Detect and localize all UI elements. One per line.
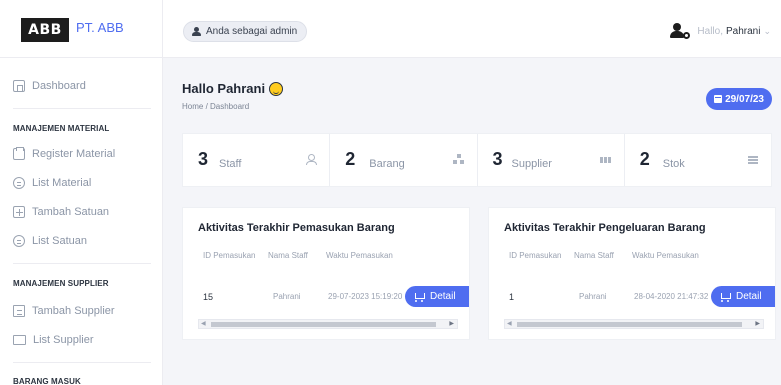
scroll-right-icon[interactable]: ▶ <box>449 320 454 329</box>
stat-value: 3 <box>492 149 503 169</box>
role-badge: Anda sebagai admin <box>183 21 308 42</box>
home-icon <box>13 80 25 92</box>
stat-barang: 2 Barang <box>330 134 478 186</box>
stat-label: Stok <box>662 158 685 170</box>
column-header-staff: Nama Staff <box>574 251 614 260</box>
page-title-text: Hallo Pahrani <box>182 81 266 96</box>
brand-name[interactable]: PT. ABB <box>76 20 124 35</box>
sidebar-heading-barang-masuk: BARANG MASUK <box>13 377 81 385</box>
table-cell-staff: Pahrani <box>273 292 301 301</box>
scrollbar-thumb[interactable] <box>211 322 436 327</box>
cart-icon <box>719 292 731 302</box>
sidebar-item-label: Dashboard <box>32 80 86 92</box>
stat-value: 3 <box>198 149 209 169</box>
list-icon <box>13 235 25 247</box>
sidebar-item-label: Tambah Satuan <box>32 206 110 218</box>
detail-button-label: Detail <box>736 291 762 302</box>
scroll-left-icon[interactable]: ◀ <box>201 320 206 329</box>
truck-icon <box>13 335 26 345</box>
scroll-left-icon[interactable]: ◀ <box>507 320 512 329</box>
column-header-id: ID Pemasukan <box>509 251 562 260</box>
detail-button-label: Detail <box>430 291 456 302</box>
sidebar: ABB PT. ABB Dashboard MANAJEMEN MATERIAL… <box>0 0 163 385</box>
user-menu[interactable]: Hallo, Pahrani ⌄ <box>670 20 771 42</box>
table-cell-id: 15 <box>203 292 214 302</box>
people-icon <box>599 154 612 165</box>
sidebar-item-label: List Satuan <box>32 235 88 247</box>
stat-label: Barang <box>369 158 405 170</box>
stack-icon <box>747 154 759 165</box>
user-icon <box>192 27 201 36</box>
stat-value: 2 <box>345 149 356 169</box>
role-badge-label: Anda sebagai admin <box>206 26 298 37</box>
plus-square-icon <box>13 206 25 218</box>
date-badge-label: 29/07/23 <box>725 93 764 105</box>
sidebar-heading-material: MANAJEMEN MATERIAL <box>13 124 110 133</box>
stat-label: Supplier <box>511 158 552 170</box>
sidebar-item-list-satuan[interactable]: List Satuan <box>13 231 87 251</box>
smile-emoji-icon <box>269 81 284 96</box>
chevron-down-icon: ⌄ <box>763 25 771 36</box>
cart-icon <box>413 292 425 302</box>
abb-logo[interactable]: ABB <box>21 18 69 42</box>
sidebar-item-list-material[interactable]: List Material <box>13 173 91 193</box>
sidebar-item-list-supplier[interactable]: List Supplier <box>13 330 94 350</box>
table-cell-staff: Pahrani <box>579 292 607 301</box>
sidebar-item-register-material[interactable]: Register Material <box>13 144 115 164</box>
date-badge: 29/07/23 <box>706 88 772 110</box>
table-cell-time: 29-07-2023 15:19:20 <box>328 292 403 301</box>
sidebar-heading-supplier: MANAJEMEN SUPPLIER <box>13 279 109 288</box>
sidebar-item-dashboard[interactable]: Dashboard <box>13 76 86 96</box>
user-settings-icon <box>670 23 691 39</box>
scroll-right-icon[interactable]: ▶ <box>755 320 760 329</box>
file-icon <box>13 305 25 317</box>
box-icon <box>13 147 25 160</box>
sidebar-divider <box>13 263 151 264</box>
scrollbar-thumb[interactable] <box>517 322 742 327</box>
stat-stok: 2 Stok <box>625 134 771 186</box>
boxes-icon <box>452 154 465 165</box>
card-incoming-activity: Aktivitas Terakhir Pemasukan Barang ID P… <box>182 207 470 340</box>
table-cell-time: 28-04-2020 21:47:32 <box>634 292 709 301</box>
horizontal-scrollbar[interactable]: ◀ ▶ <box>198 319 458 329</box>
horizontal-scrollbar[interactable]: ◀ ▶ <box>504 319 764 329</box>
user-name: Pahrani <box>725 25 761 37</box>
card-outgoing-activity: Aktivitas Terakhir Pengeluaran Barang ID… <box>488 207 776 340</box>
card-title: Aktivitas Terakhir Pengeluaran Barang <box>504 222 706 234</box>
sidebar-item-tambah-supplier[interactable]: Tambah Supplier <box>13 301 115 321</box>
calendar-icon <box>714 95 723 103</box>
brand: ABB PT. ABB <box>0 0 163 58</box>
stat-value: 2 <box>639 149 650 169</box>
column-header-id: ID Pemasukan <box>203 251 256 260</box>
sidebar-item-label: List Material <box>32 177 92 189</box>
detail-button[interactable]: Detail <box>711 286 775 307</box>
column-header-staff: Nama Staff <box>268 251 308 260</box>
topbar: Anda sebagai admin Hallo, Pahrani ⌄ <box>163 0 781 58</box>
column-header-time: Waktu Pemasukan <box>326 251 393 260</box>
list-icon <box>13 177 25 189</box>
sidebar-item-label: Register Material <box>32 148 116 160</box>
greeting-prefix: Hallo, <box>697 25 723 37</box>
breadcrumb: Home / Dashboard <box>182 102 250 111</box>
sidebar-item-tambah-satuan[interactable]: Tambah Satuan <box>13 202 109 222</box>
sidebar-item-label: Tambah Supplier <box>32 305 115 317</box>
stat-supplier: 3 Supplier <box>478 134 625 186</box>
detail-button[interactable]: Detail <box>405 286 469 307</box>
stats-strip: 3 Staff 2 Barang 3 Supplier 2 Stok <box>182 133 772 187</box>
sidebar-divider <box>13 108 151 109</box>
stat-staff: 3 Staff <box>183 134 331 186</box>
column-header-time: Waktu Pemasukan <box>632 251 699 260</box>
card-title: Aktivitas Terakhir Pemasukan Barang <box>198 222 395 234</box>
sidebar-item-label: List Supplier <box>33 334 94 346</box>
table-cell-id: 1 <box>509 292 515 302</box>
page-title: Hallo Pahrani <box>182 81 284 96</box>
stat-label: Staff <box>219 158 242 170</box>
user-icon <box>305 154 318 165</box>
sidebar-divider <box>13 362 151 363</box>
